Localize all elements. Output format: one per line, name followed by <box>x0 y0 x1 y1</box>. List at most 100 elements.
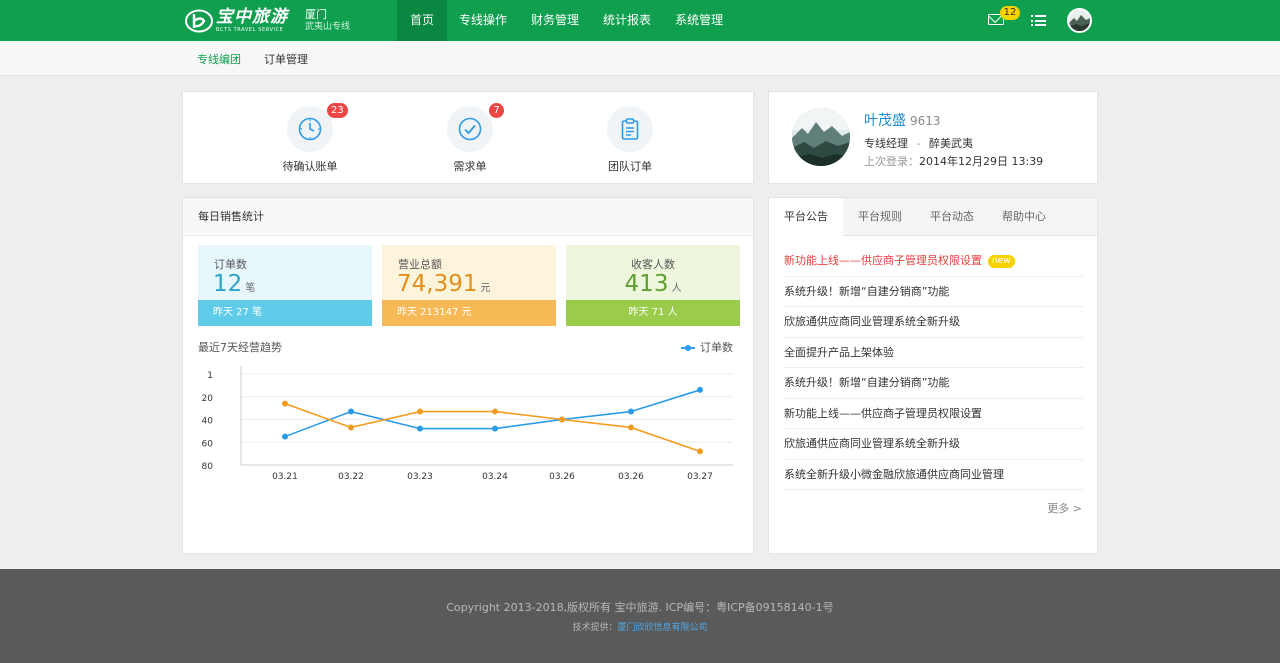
legend-line-icon <box>681 345 695 351</box>
requests-badge: 7 <box>489 103 504 118</box>
quick-links-panel: 23 待确认账单 7 需求单 团队订单 <box>182 91 754 184</box>
nav-finance[interactable]: 财务管理 <box>519 0 591 41</box>
quick-link-icon-wrap: 7 <box>447 103 504 152</box>
tech-company-link[interactable]: 厦门欣欣信息有限公司 <box>618 623 708 633</box>
tab-platform-rules[interactable]: 平台规则 <box>843 198 917 236</box>
x-tick-label: 03.23 <box>407 472 433 482</box>
last-login-label: 上次登录： <box>864 155 919 168</box>
stat-value: 74,391 <box>397 271 478 297</box>
notices-panel: 平台公告 平台规则 平台动态 帮助中心 新功能上线——供应商子管理员权限设置 ne… <box>768 197 1098 554</box>
profile-card: 叶茂盛 9613 专线经理 - 醉美武夷 上次登录：2014年12月29日 13:… <box>768 91 1098 184</box>
subnav-order-management[interactable]: 订单管理 <box>264 51 308 67</box>
user-avatar[interactable] <box>1067 8 1092 33</box>
region-line: 武夷山专线 <box>305 22 351 32</box>
profile-avatar[interactable] <box>792 108 850 166</box>
notice-item[interactable]: 系统升级！新增“自建分销商”功能 <box>784 277 1083 307</box>
copyright-text: Copyright 2013-2018,版权所有 宝中旅游. ICP编号：粤IC… <box>446 601 834 614</box>
quick-link-requests[interactable]: 7 需求单 <box>425 103 515 174</box>
role-separator: - <box>916 137 921 150</box>
x-tick-label: 03.26 <box>618 472 644 482</box>
region-city: 厦门 <box>305 8 327 21</box>
top-navbar: 宝中旅游 BCTS TRAVEL SERVICE 厦门 武夷山专线 首页 专线操… <box>0 0 1280 41</box>
stat-customers: 收客人数 413 人 昨天 71 人 <box>566 245 740 326</box>
stat-revenue: 营业总额 74,391 元 昨天 213147 元 <box>382 245 556 326</box>
quick-link-team-orders[interactable]: 团队订单 <box>585 106 675 174</box>
stat-label: 收客人数 <box>631 258 675 271</box>
subnav-tour-group[interactable]: 专线编团 <box>197 51 241 67</box>
notice-tabs: 平台公告 平台规则 平台动态 帮助中心 <box>769 198 1097 237</box>
brand-logo[interactable]: 宝中旅游 BCTS TRAVEL SERVICE <box>185 9 288 33</box>
notice-item[interactable]: 全面提升产品上架体验 <box>784 338 1083 368</box>
notice-text: 新功能上线——供应商子管理员权限设置 <box>784 254 982 267</box>
nav-reports[interactable]: 统计报表 <box>591 0 663 41</box>
notice-list: 新功能上线——供应商子管理员权限设置 new 系统升级！新增“自建分销商”功能 欣… <box>784 246 1083 490</box>
clipboard-icon <box>621 118 639 140</box>
page-footer: Copyright 2013-2018,版权所有 宝中旅游. ICP编号：粤IC… <box>0 569 1280 663</box>
y-tick-label: 80 <box>202 462 214 472</box>
tab-help-center[interactable]: 帮助中心 <box>987 198 1061 236</box>
avatar-image-icon <box>1069 10 1090 31</box>
notice-item[interactable]: 系统全新升级小微金融欣旅通供应商同业管理 <box>784 460 1083 490</box>
profile-name-line: 叶茂盛 9613 <box>864 110 941 130</box>
quick-link-icon-wrap: 23 <box>287 103 348 152</box>
data-point <box>348 408 354 415</box>
y-tick-label: 60 <box>202 439 214 449</box>
stat-label: 订单数 <box>214 258 247 271</box>
tech-label: 技术提供： <box>572 623 618 633</box>
notice-item[interactable]: 系统升级！新增“自建分销商”功能 <box>784 368 1083 399</box>
notice-item[interactable]: 欣旅通供应商同业管理系统全新升级 <box>784 307 1083 338</box>
x-tick-label: 03.21 <box>272 472 298 482</box>
stat-value: 12 <box>213 271 243 297</box>
logo-icon <box>185 9 213 33</box>
tab-platform-notice[interactable]: 平台公告 <box>769 198 843 237</box>
data-point <box>282 433 288 440</box>
mail-count-badge: 12 <box>1000 6 1020 20</box>
quick-link-icon-wrap <box>607 106 653 152</box>
panel-title: 每日销售统计 <box>183 198 753 236</box>
y-tick-label: 20 <box>202 394 214 404</box>
main-nav: 首页 专线操作 财务管理 统计报表 系统管理 <box>397 0 735 41</box>
x-tick-label: 03.22 <box>338 472 364 482</box>
stat-yesterday: 昨天 213147 元 <box>382 300 556 326</box>
x-tick-label: 03.24 <box>482 472 508 482</box>
chart-legend[interactable]: 订单数 <box>681 339 733 355</box>
x-tick-label: 03.26 <box>549 472 575 482</box>
logo-subtext: BCTS TRAVEL SERVICE <box>216 27 284 33</box>
y-tick-label: 1 <box>207 371 213 381</box>
avatar-image-icon <box>792 108 850 166</box>
tab-platform-news[interactable]: 平台动态 <box>915 198 989 236</box>
profile-name[interactable]: 叶茂盛 <box>864 113 906 129</box>
data-point <box>348 424 354 431</box>
nav-system[interactable]: 系统管理 <box>663 0 735 41</box>
trend-title: 最近7天经营趋势 <box>198 341 282 354</box>
quick-link-label: 待确认账单 <box>282 160 338 173</box>
region-info: 厦门 武夷山专线 <box>305 9 350 33</box>
notice-item[interactable]: 新功能上线——供应商子管理员权限设置 <box>784 399 1083 429</box>
new-badge: new <box>988 254 1015 268</box>
last-login-time: 2014年12月29日 13:39 <box>919 155 1044 168</box>
last-login: 上次登录：2014年12月29日 13:39 <box>864 153 1043 169</box>
stat-value-wrap: 413 人 <box>566 271 740 297</box>
profile-role: 专线经理 <box>864 137 908 150</box>
stat-unit: 笔 <box>245 283 256 294</box>
data-point <box>417 408 423 415</box>
data-point <box>697 386 703 393</box>
notice-item[interactable]: 新功能上线——供应商子管理员权限设置 new <box>784 246 1083 277</box>
pending-bills-badge: 23 <box>327 103 348 118</box>
more-link[interactable]: 更多 > <box>1047 500 1082 516</box>
nav-home[interactable]: 首页 <box>397 0 448 41</box>
list-icon[interactable] <box>1031 15 1046 26</box>
notice-item[interactable]: 欣旅通供应商同业管理系统全新升级 <box>784 429 1083 460</box>
data-point <box>628 408 634 415</box>
check-circle-icon <box>458 117 482 141</box>
clock-icon <box>298 117 322 141</box>
quick-link-label: 需求单 <box>453 160 487 173</box>
stat-orders: 订单数 12 笔 昨天 27 笔 <box>198 245 372 326</box>
y-tick-label: 40 <box>202 417 214 427</box>
quick-link-label: 团队订单 <box>608 160 652 173</box>
legend-label: 订单数 <box>700 341 733 354</box>
nav-line-ops[interactable]: 专线操作 <box>447 0 519 41</box>
daily-sales-panel: 每日销售统计 订单数 12 笔 昨天 27 笔 营业总额 74,391 元 昨天 2… <box>182 197 754 554</box>
logo-text: 宝中旅游 <box>216 7 288 27</box>
quick-link-pending-bills[interactable]: 23 待确认账单 <box>265 103 355 174</box>
